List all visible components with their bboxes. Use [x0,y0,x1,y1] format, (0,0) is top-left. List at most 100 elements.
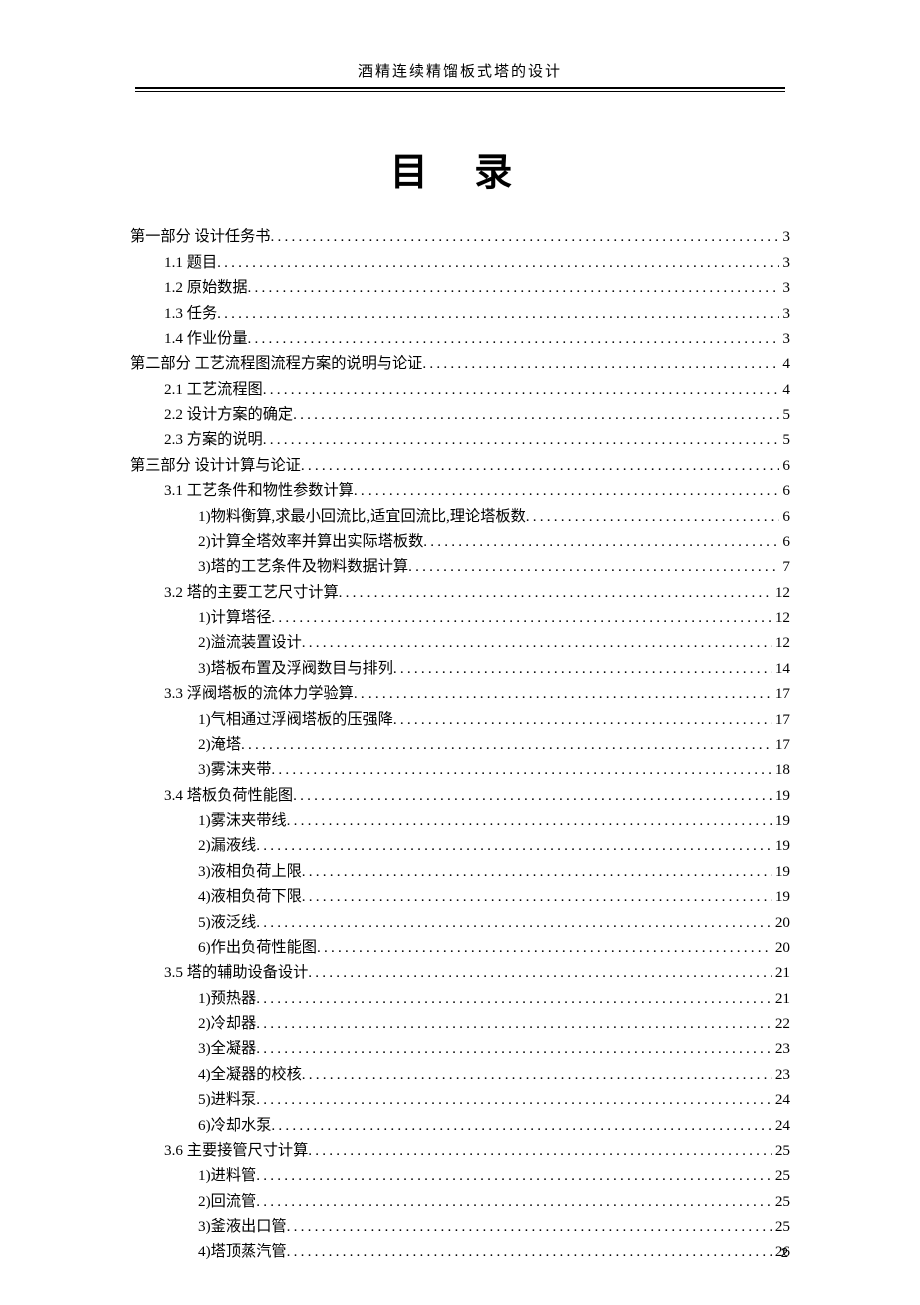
toc-entry: 2)淹塔17 [130,732,790,757]
toc-dot-leader [256,1163,772,1188]
toc-entry-page: 3 [779,224,790,249]
toc-entry-label: 2.2 设计方案的确定 [164,402,293,427]
toc-entry-label: 第二部分 工艺流程图流程方案的说明与论证 [130,351,422,376]
toc-entry-label: 第一部分 设计任务书 [130,224,270,249]
toc-entry-page: 6 [779,529,790,554]
toc-entry: 1)预热器21 [130,986,790,1011]
toc-dot-leader [271,757,771,782]
toc-entry-page: 20 [772,910,790,935]
toc-entry-label: 3)全凝器 [198,1036,256,1061]
toc-entry: 1)计算塔径12 [130,605,790,630]
toc-entry-page: 4 [779,351,790,376]
toc-entry-page: 12 [772,580,790,605]
toc-entry-page: 25 [772,1163,790,1188]
toc-entry: 5)液泛线 20 [130,910,790,935]
toc-entry: 第二部分 工艺流程图流程方案的说明与论证 4 [130,351,790,376]
toc-dot-leader [263,427,780,452]
page-header: 酒精连续精馏板式塔的设计 [135,60,785,87]
toc-dot-leader [287,808,772,833]
toc-dot-leader [393,707,772,732]
toc-dot-leader [393,656,772,681]
toc-entry: 2.3 方案的说明 5 [130,427,790,452]
toc-entry-label: 3)液相负荷上限 [198,859,302,884]
toc-dot-leader [270,224,779,249]
toc-entry-label: 4)塔顶蒸汽管 [198,1239,287,1264]
toc-entry-page: 17 [772,707,790,732]
toc-entry: 1)物料衡算,求最小回流比,适宜回流比,理论塔板数6 [130,504,790,529]
toc-entry: 1.2 原始数据3 [130,275,790,300]
toc-entry-label: 1.3 任务 [164,301,217,326]
toc-entry-page: 6 [779,453,790,478]
toc-entry-label: 3)塔的工艺条件及物料数据计算 [198,554,408,579]
toc-entry-label: 2.1 工艺流程图 [164,377,263,402]
toc-entry-page: 17 [772,732,790,757]
toc-dot-leader [422,351,779,376]
toc-entry-page: 5 [779,402,790,427]
toc-dot-leader [354,478,780,503]
toc-entry-label: 2.3 方案的说明 [164,427,263,452]
toc-entry-label: 5)液泛线 [198,910,256,935]
toc-entry-page: 18 [772,757,790,782]
toc-dot-leader [317,935,772,960]
toc-entry-label: 第三部分 设计计算与论证 [130,453,301,478]
toc-dot-leader [248,275,780,300]
toc-entry-label: 3)釜液出口管 [198,1214,287,1239]
toc-entry-label: 6)冷却水泵 [198,1113,271,1138]
toc-entry-label: 2)漏液线 [198,833,256,858]
toc-entry-page: 19 [772,833,790,858]
toc-entry-page: 3 [779,250,790,275]
toc-dot-leader [271,1113,771,1138]
toc-entry-label: 2)回流管 [198,1189,256,1214]
toc-dot-leader [217,301,779,326]
toc-entry: 2)漏液线 19 [130,833,790,858]
toc-dot-leader [287,1239,772,1264]
toc-entry: 2)计算全塔效率并算出实际塔板数6 [130,529,790,554]
toc-entry: 2.1 工艺流程图4 [130,377,790,402]
toc-title: 目 录 [130,141,790,196]
toc-entry: 3)全凝器23 [130,1036,790,1061]
toc-dot-leader [408,554,779,579]
toc-entry-page: 5 [779,427,790,452]
toc-entry-page: 14 [772,656,790,681]
toc-entry-page: 6 [779,478,790,503]
toc-entry: 1.3 任务3 [130,301,790,326]
toc-entry-label: 6)作出负荷性能图 [198,935,317,960]
toc-entry: 2.2 设计方案的确定 5 [130,402,790,427]
toc-entry-page: 19 [772,783,790,808]
toc-dot-leader [302,1062,772,1087]
toc-entry-label: 5)进料泵 [198,1087,256,1112]
toc-entry-page: 20 [772,935,790,960]
toc-entry-label: 3.5 塔的辅助设备设计 [164,960,308,985]
toc-entry: 3.5 塔的辅助设备设计21 [130,960,790,985]
page-number: 2 [781,1245,788,1260]
toc-entry-label: 1.1 题目 [164,250,217,275]
header-underline [135,87,785,91]
toc-entry: 1.1 题目 3 [130,250,790,275]
toc-entry: 3)雾沫夹带18 [130,757,790,782]
toc-entry-label: 1.2 原始数据 [164,275,248,300]
toc-entry-page: 17 [772,681,790,706]
toc-entry: 1)进料管 25 [130,1163,790,1188]
toc-dot-leader [256,1189,772,1214]
toc-entry: 3.4 塔板负荷性能图 19 [130,783,790,808]
toc-dot-leader [256,1036,772,1061]
toc-entry: 2)冷却器22 [130,1011,790,1036]
toc-entry-label: 1)雾沫夹带线 [198,808,287,833]
toc-entry-page: 19 [772,859,790,884]
toc-entry: 3)液相负荷上限 19 [130,859,790,884]
toc-entry: 3)釜液出口管25 [130,1214,790,1239]
toc-entry: 3.6 主要接管尺寸计算25 [130,1138,790,1163]
toc-entry-label: 1)预热器 [198,986,256,1011]
toc-entry-label: 3.6 主要接管尺寸计算 [164,1138,308,1163]
toc-dot-leader [241,732,772,757]
toc-entry-label: 1)物料衡算,求最小回流比,适宜回流比,理论塔板数 [198,504,526,529]
toc-entry-label: 1)进料管 [198,1163,256,1188]
toc-dot-leader [293,783,772,808]
toc-dot-leader [248,326,780,351]
toc-entry: 4)液相负荷下限19 [130,884,790,909]
toc-entry: 6)冷却水泵24 [130,1113,790,1138]
toc-entry-label: 3.4 塔板负荷性能图 [164,783,293,808]
toc-entry-page: 3 [779,326,790,351]
toc-entry-label: 3.1 工艺条件和物性参数计算 [164,478,354,503]
toc-entry-page: 12 [772,630,790,655]
